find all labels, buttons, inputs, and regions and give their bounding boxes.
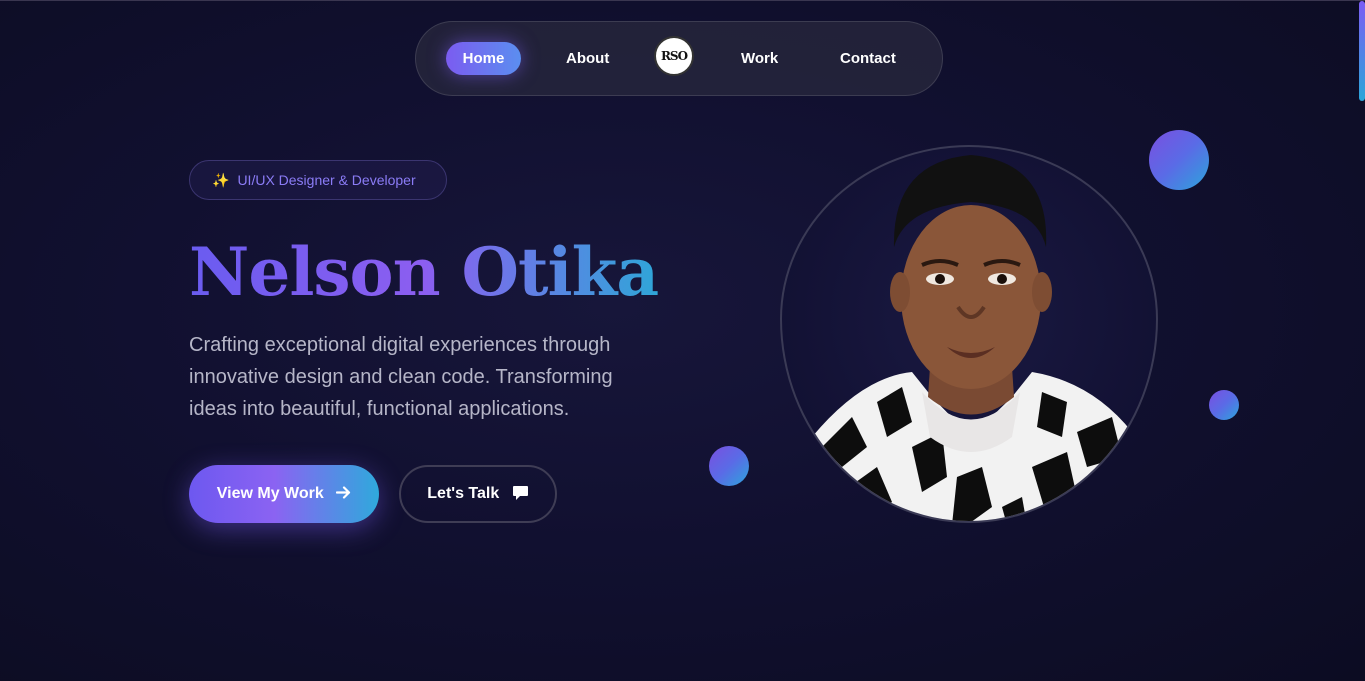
profile-photo-frame <box>780 145 1158 523</box>
view-my-work-button[interactable]: View My Work <box>189 465 379 523</box>
chat-bubble-icon <box>507 485 528 502</box>
scrollbar-thumb[interactable] <box>1359 1 1365 101</box>
hero-description: Crafting exceptional digital experiences… <box>189 334 613 420</box>
logo-badge[interactable]: RSO <box>654 36 694 76</box>
sparkles-icon: ✨ <box>212 172 230 188</box>
decorative-orb <box>1149 130 1209 190</box>
role-badge: ✨ UI/UX Designer & Developer <box>189 160 447 200</box>
arrow-right-icon <box>332 485 351 502</box>
logo-text: RSO <box>660 49 688 63</box>
profile-photo <box>782 147 1156 521</box>
role-badge-text: UI/UX Designer & Developer <box>237 172 416 188</box>
nav-home-link[interactable]: Home <box>446 42 521 75</box>
decorative-orb <box>709 446 749 486</box>
nav-contact-link[interactable]: Contact <box>840 42 896 75</box>
decorative-orb <box>1209 390 1239 420</box>
lets-talk-button[interactable]: Let's Talk <box>399 465 557 523</box>
lets-talk-label: Let's Talk <box>427 485 500 502</box>
nav-about-link[interactable]: About <box>566 42 609 75</box>
view-my-work-label: View My Work <box>216 485 324 502</box>
top-navigation: Home About RSO Work Contact <box>415 21 943 96</box>
hero-name: Nelson Otika <box>189 227 659 317</box>
nav-work-link[interactable]: Work <box>741 42 778 75</box>
